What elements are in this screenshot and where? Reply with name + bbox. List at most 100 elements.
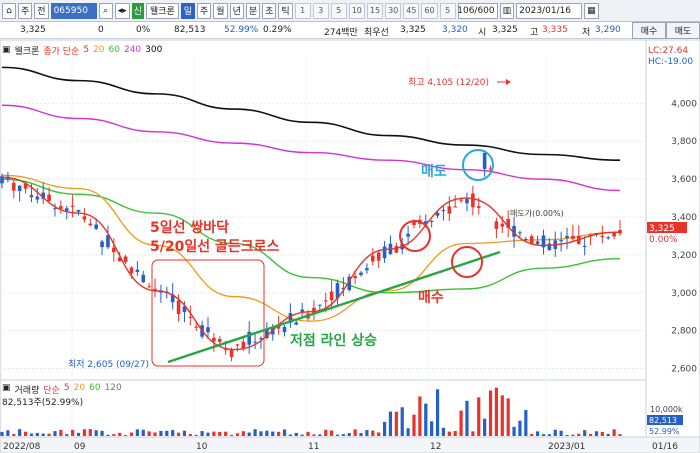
volume-bar — [212, 431, 216, 436]
volume-info: 82,513주(52.99%) — [2, 398, 84, 408]
candle — [100, 239, 104, 256]
volume-bar — [129, 432, 134, 436]
candle — [17, 185, 22, 202]
candle-body — [441, 210, 446, 212]
x-tick-label: 12 — [430, 442, 441, 452]
candle — [618, 220, 622, 236]
candlesticks — [0, 150, 622, 362]
candle-body — [412, 221, 416, 225]
candle — [235, 344, 240, 352]
volume-bar — [194, 434, 198, 436]
candle-body — [35, 196, 40, 200]
candle — [123, 254, 128, 265]
candle-body — [141, 274, 146, 283]
volume-bar — [500, 395, 504, 436]
volume-bar — [353, 429, 357, 436]
volume-bar — [224, 431, 228, 436]
candle-body — [606, 237, 611, 239]
volume-bar — [35, 432, 39, 436]
volume-bar — [159, 430, 163, 436]
volume-bar — [118, 432, 122, 436]
candle — [253, 333, 257, 350]
candle — [494, 217, 499, 239]
candle-body — [435, 212, 440, 216]
volume-bar — [247, 432, 251, 436]
x-tick-label: 2022/08 — [3, 442, 41, 452]
volume-bar — [541, 434, 546, 436]
volume-ma120[interactable]: 120 — [105, 383, 122, 396]
candle-body — [17, 185, 22, 191]
candle-body — [582, 245, 587, 247]
y-tick-label: 3,400 — [671, 213, 697, 223]
candle-body — [471, 193, 475, 208]
volume-bar — [288, 434, 292, 436]
y-tick-label: 2,600 — [671, 365, 697, 375]
candle — [577, 225, 581, 245]
candle — [441, 205, 446, 221]
volume-bar — [471, 431, 475, 436]
y-tick-label: 3,000 — [671, 289, 697, 299]
sell-price-marker: 매도가(0.00%) — [510, 209, 564, 218]
volume-bar — [518, 420, 522, 436]
x-tick-label: 10 — [196, 442, 208, 452]
volume-bar — [435, 389, 440, 436]
volume-tag-text: 82,513 — [649, 416, 677, 425]
time-axis-frame — [0, 436, 700, 453]
lc-label: LC:27.64 — [648, 46, 688, 56]
volume-bar — [6, 430, 10, 436]
candle-body — [476, 206, 481, 208]
volume-ma60[interactable]: 60 — [89, 383, 100, 396]
candle-body — [147, 286, 151, 288]
double-bottom-box — [151, 259, 265, 367]
candle-body — [353, 276, 357, 279]
candle-body — [217, 339, 222, 343]
volume-bar — [229, 434, 234, 436]
candle — [35, 187, 40, 204]
volume-bar — [271, 431, 275, 436]
candle-body — [64, 208, 69, 211]
ma60-line — [1, 178, 621, 294]
current-price-tag-text: 3,325 — [649, 224, 675, 234]
candle-body — [382, 246, 387, 259]
volume-bar — [512, 426, 516, 436]
volume-bar — [165, 430, 169, 436]
volume-bar — [571, 434, 575, 436]
y-tick-label: 2,800 — [671, 327, 697, 337]
candle-body — [482, 152, 487, 169]
volume-bar — [335, 434, 340, 436]
volume-bar — [294, 432, 298, 436]
candle — [312, 300, 316, 320]
candle — [141, 270, 146, 284]
candle-body — [300, 309, 304, 312]
candle-body — [294, 322, 299, 325]
candle — [11, 180, 16, 199]
candle — [41, 182, 45, 205]
volume-bar — [200, 431, 204, 436]
sell-circle — [462, 149, 494, 181]
volume-bar — [318, 434, 322, 436]
y-tick-label: 3,600 — [671, 175, 697, 185]
candle — [541, 229, 546, 255]
volume-bar — [394, 411, 398, 436]
x-tick-label: 01/16 — [652, 442, 678, 452]
low-annotation: 최저 2,605 (09/27) — [68, 359, 149, 370]
candle — [600, 225, 605, 244]
candle — [88, 218, 93, 227]
candle — [135, 261, 140, 276]
volume-bar — [559, 430, 563, 436]
candle — [359, 270, 363, 277]
volume-bar — [524, 410, 528, 436]
volume-bar — [577, 433, 581, 436]
candle-body — [76, 210, 81, 212]
volume-bar — [94, 430, 98, 436]
volume-bar — [82, 429, 86, 436]
volume-bar — [253, 429, 257, 436]
volume-bar — [29, 433, 34, 436]
volume-bar — [588, 434, 593, 436]
candle-body — [11, 182, 16, 191]
candle-body — [500, 223, 505, 227]
candle-body — [112, 247, 116, 253]
volume-bar — [606, 433, 610, 436]
volume-bar — [600, 431, 604, 436]
x-tick-label: 09 — [74, 442, 86, 452]
